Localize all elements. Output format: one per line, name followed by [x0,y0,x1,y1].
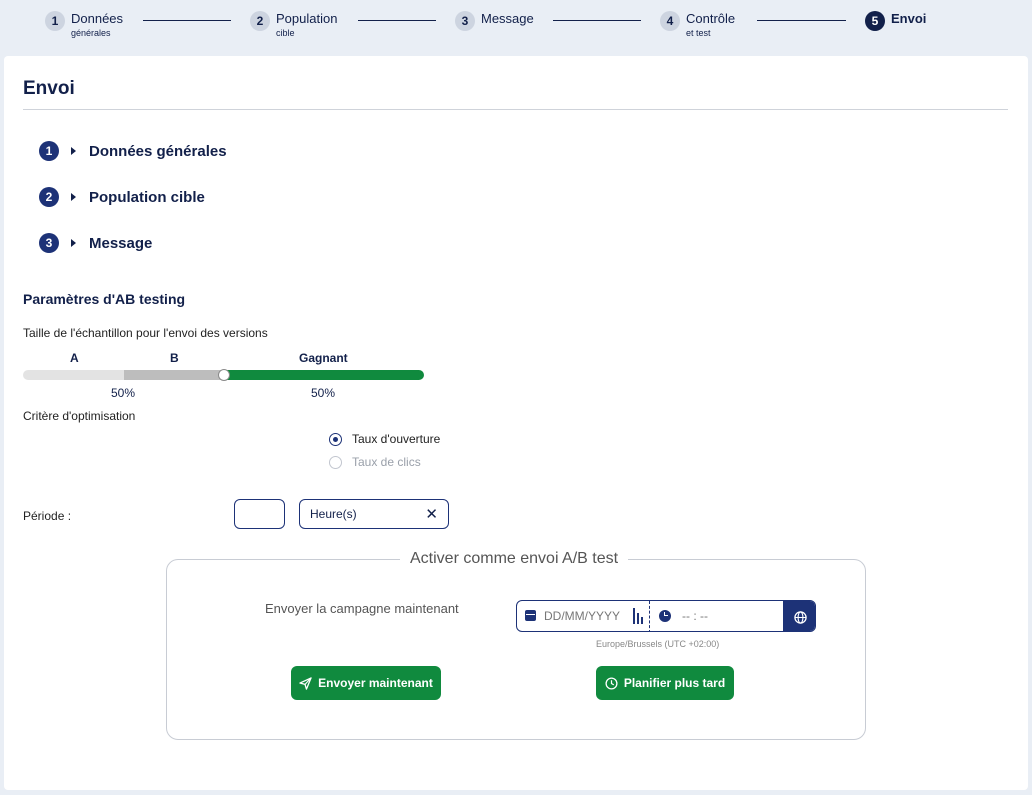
drag-handle-icon [633,608,643,624]
step-label: Message [481,11,534,26]
send-now-button-label: Envoyer maintenant [318,676,433,690]
step-number: 5 [865,11,885,31]
page-title: Envoi [23,78,75,99]
schedule-clock-icon [605,676,618,690]
wizard-stepper: 1 Données générales 2 Population cible 3… [0,0,1032,56]
sample-size-slider[interactable] [23,369,424,381]
clock-icon[interactable] [659,610,671,622]
radio-button[interactable] [329,455,342,469]
send-now-label: Envoyer la campagne maintenant [265,601,459,616]
accordion-message[interactable]: 3 Message [39,233,152,253]
schedule-later-button[interactable]: Planifier plus tard [596,666,734,700]
slider-label-winner: Gagnant [299,351,348,365]
accordion-number: 1 [39,141,59,161]
timezone-button[interactable] [783,601,815,631]
step-envoi[interactable]: 5 Envoi [865,10,926,31]
step-sublabel: cible [276,28,295,38]
slider-segment-winner [224,370,424,380]
radio-label: Taux d'ouverture [352,432,441,446]
period-unit-value: Heure(s) [310,507,357,521]
time-input[interactable]: -- : -- [682,609,708,623]
step-label: Données [71,11,124,26]
radio-click-rate[interactable]: Taux de clics [329,455,421,469]
ab-activation-legend: Activer comme envoi A/B test [400,550,629,568]
accordion-label: Population cible [89,188,205,206]
main-card: Envoi 1 Données générales 2 Population c… [4,56,1028,790]
optimization-label: Critère d'optimisation [23,409,136,423]
send-icon [299,676,312,690]
step-controle[interactable]: 4 Contrôle et test [660,10,735,38]
period-label: Période : [23,509,72,523]
datetime-picker[interactable]: DD/MM/YYYY -- : -- [516,600,816,632]
winner-percentage: 50% [311,386,336,400]
accordion-donnees-generales[interactable]: 1 Données générales [39,141,227,161]
close-icon[interactable]: ✕ [425,505,438,523]
step-number: 1 [45,11,65,31]
ab-activation-box: Activer comme envoi A/B test Envoyer la … [166,550,866,740]
step-label: Envoi [891,11,927,26]
globe-icon [793,610,807,624]
date-input[interactable]: DD/MM/YYYY [544,609,620,623]
step-connector [553,20,641,21]
caret-right-icon [71,147,76,155]
timezone-note: Europe/Brussels (UTC +02:00) [596,639,720,649]
period-number-input[interactable] [234,499,285,529]
accordion-label: Message [89,234,153,252]
title-divider [23,109,1008,110]
step-donnees-generales[interactable]: 1 Données générales [45,10,123,38]
caret-right-icon [71,239,76,247]
datetime-separator [649,601,650,631]
accordion-number: 2 [39,187,59,207]
sample-size-label: Taille de l'échantillon pour l'envoi des… [23,326,268,340]
step-sublabel: et test [686,28,711,38]
caret-right-icon [71,193,76,201]
accordion-number: 3 [39,233,59,253]
step-connector [757,20,846,21]
radio-button[interactable] [329,432,342,446]
step-population-cible[interactable]: 2 Population cible [250,10,337,38]
step-label: Population [276,11,338,26]
slider-handle[interactable] [218,369,230,381]
slider-label-b: B [170,351,179,365]
schedule-later-button-label: Planifier plus tard [623,676,726,690]
step-number: 2 [250,11,270,31]
radio-open-rate[interactable]: Taux d'ouverture [329,432,440,446]
slider-label-a: A [70,351,79,365]
step-connector [143,20,231,21]
step-label: Contrôle [686,11,736,26]
accordion-population-cible[interactable]: 2 Population cible [39,187,205,207]
slider-segment-b [124,370,224,380]
radio-label: Taux de clics [352,455,421,469]
step-connector [358,20,436,21]
accordion-label: Données générales [89,142,227,160]
ab-percentage: 50% [111,386,136,400]
send-now-button[interactable]: Envoyer maintenant [291,666,441,700]
step-message[interactable]: 3 Message [455,10,534,31]
step-number: 3 [455,11,475,31]
slider-segment-a [23,370,124,380]
ab-testing-title: Paramètres d'AB testing [23,291,186,307]
step-number: 4 [660,11,680,31]
period-unit-select[interactable]: Heure(s) ✕ [299,499,449,529]
calendar-icon[interactable] [525,610,536,621]
step-sublabel: générales [71,28,111,38]
